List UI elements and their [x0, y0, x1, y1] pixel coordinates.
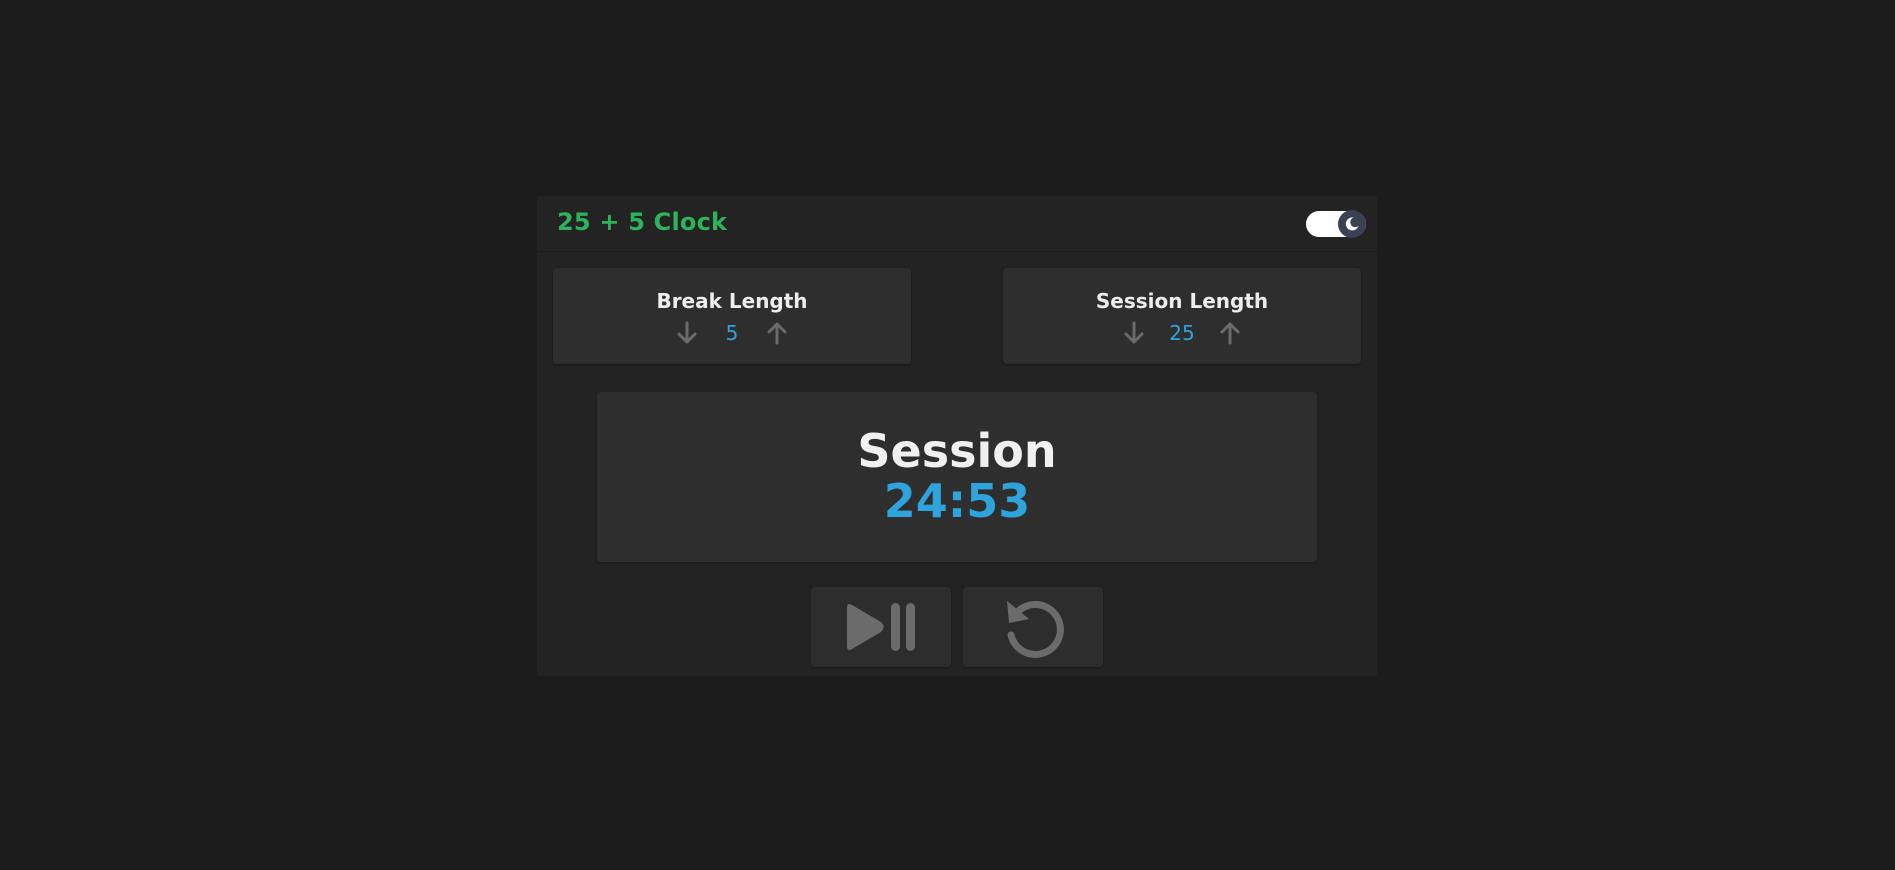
timer-label: Session [857, 424, 1057, 478]
session-decrement-button[interactable] [1121, 320, 1147, 346]
session-length-label: Session Length [1095, 289, 1269, 313]
arrow-down-icon [1124, 321, 1144, 344]
app-title: 25 + 5 Clock [557, 208, 728, 236]
session-length-value: 25 [1169, 321, 1195, 345]
break-increment-button[interactable] [764, 320, 790, 346]
session-increment-button[interactable] [1217, 320, 1243, 346]
reset-icon [1007, 600, 1064, 658]
break-length-value: 5 [725, 321, 739, 345]
clock-app: 25 + 5 Clock Break Length 5 Session Leng… [537, 196, 1377, 676]
session-length-card: Session Length 25 [1003, 268, 1361, 364]
reset-button[interactable] [963, 587, 1103, 667]
session-length-controls: 25 [1003, 320, 1361, 346]
moon-icon [1345, 217, 1359, 231]
break-decrement-button[interactable] [674, 320, 700, 346]
time-left: 24:53 [883, 474, 1031, 528]
start-stop-button[interactable] [811, 587, 951, 667]
play-pause-icon [847, 603, 915, 651]
theme-toggle[interactable] [1306, 210, 1366, 238]
break-length-controls: 5 [553, 320, 911, 346]
break-length-card: Break Length 5 [553, 268, 911, 364]
app-header: 25 + 5 Clock [537, 196, 1377, 252]
toggle-knob [1338, 210, 1366, 238]
break-length-label: Break Length [656, 289, 808, 313]
arrow-up-icon [767, 322, 787, 345]
arrow-down-icon [677, 321, 697, 344]
timer-display: Session 24:53 [597, 392, 1317, 562]
arrow-up-icon [1220, 322, 1240, 345]
